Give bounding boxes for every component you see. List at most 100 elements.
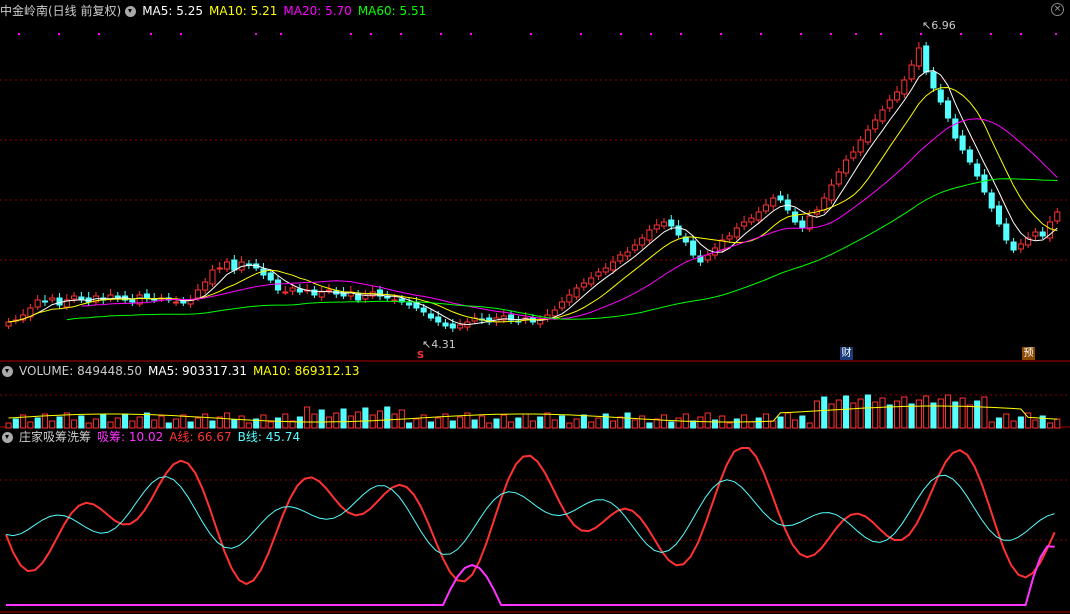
event-badge-yu[interactable]: 预 [1022, 347, 1035, 360]
candle-body [318, 291, 325, 298]
volume-bar [71, 419, 78, 429]
candle-body [180, 300, 187, 304]
volume-bar [143, 412, 150, 429]
volume-bar [180, 414, 187, 429]
candle-body [981, 174, 988, 193]
volume-bar [1003, 413, 1010, 429]
candle-body [282, 291, 289, 294]
volume-bar [893, 400, 901, 429]
high-price-label: ↖6.96 [922, 19, 956, 32]
candle-body [930, 71, 937, 89]
candle-body [799, 220, 806, 229]
candle-body [223, 261, 231, 270]
volume-bar [799, 415, 806, 429]
candle-body [566, 294, 573, 303]
volume-bar [748, 421, 755, 429]
volume-bar [697, 416, 704, 429]
volume-bar [806, 422, 813, 429]
candle-body [129, 299, 136, 303]
volume-bar [937, 398, 944, 429]
candle-body [609, 261, 617, 271]
candle-body [602, 267, 609, 273]
volume-bar [843, 395, 850, 429]
volume-bar [406, 422, 413, 429]
volume-bar [573, 418, 580, 429]
volume-bar [165, 422, 172, 429]
volume-bar [5, 422, 12, 429]
candle-body [988, 192, 995, 209]
candle-body [762, 204, 770, 212]
marker-dot [650, 33, 652, 35]
candle-body [209, 269, 216, 285]
candle-body [580, 282, 587, 288]
volume-bar [1017, 416, 1024, 429]
marker-dot [470, 33, 472, 35]
volume-bar [56, 416, 63, 429]
volume-bar [435, 417, 442, 429]
volume-bar [129, 420, 136, 429]
marker-dot [920, 33, 922, 35]
marker-dot [990, 33, 992, 35]
volume-bar [522, 413, 529, 429]
volume-bar [311, 413, 318, 429]
volume-bar [660, 414, 668, 429]
candle-body [71, 295, 78, 300]
marker-dot [280, 33, 282, 35]
candle-body [653, 224, 660, 230]
marker-dot [350, 33, 352, 35]
candle-body [639, 237, 646, 246]
volume-bar [27, 421, 34, 429]
volume-bar [690, 420, 697, 429]
candle-body [908, 64, 915, 80]
volume-bar [704, 412, 711, 429]
volume-bar [588, 421, 595, 429]
candle-body [435, 316, 442, 323]
volume-bar [413, 418, 420, 429]
candle-body [420, 307, 427, 313]
marker-dot [620, 33, 622, 35]
volume-bar [777, 416, 784, 429]
candle-body [792, 211, 799, 223]
candle-body [1039, 231, 1046, 237]
candle-body [915, 47, 922, 67]
candle-body [835, 171, 842, 185]
candle-body [289, 287, 296, 292]
ma5-line [8, 70, 1058, 326]
volume-bar [879, 397, 886, 429]
volume-bar [544, 412, 551, 429]
candle-body [704, 254, 711, 261]
volume-bar [668, 421, 675, 429]
volume-bar [173, 418, 180, 429]
volume-bar [391, 413, 398, 429]
volume-bar [675, 417, 682, 429]
candle-body [879, 109, 886, 122]
event-badge-cai[interactable]: 财 [840, 347, 853, 360]
volume-bar [974, 400, 981, 429]
volume-bar [850, 402, 857, 429]
volume-bar [624, 412, 631, 429]
volume-bar [486, 422, 493, 429]
candle-body [777, 195, 784, 201]
marker-dot [1055, 33, 1057, 35]
volume-bar [726, 422, 733, 429]
marker-dot [18, 33, 20, 35]
candle-body [843, 159, 850, 174]
candle-body [49, 297, 56, 301]
candle-body [923, 45, 930, 73]
volume-bar [835, 399, 842, 429]
marker-dot [400, 33, 402, 35]
volume-bar [981, 396, 988, 429]
volume-bar [355, 411, 362, 429]
candle-body [806, 215, 813, 230]
xichou-line [6, 545, 1055, 606]
candle-body [741, 221, 748, 227]
volume-bar [886, 404, 893, 429]
candle-body [551, 309, 558, 317]
volume-bar [151, 419, 158, 429]
volume-bar [908, 403, 915, 429]
candle-body [646, 229, 653, 241]
candle-body [296, 288, 303, 293]
volume-bar [194, 417, 201, 429]
kline-chart[interactable] [0, 0, 1070, 614]
candle-body [194, 289, 201, 299]
